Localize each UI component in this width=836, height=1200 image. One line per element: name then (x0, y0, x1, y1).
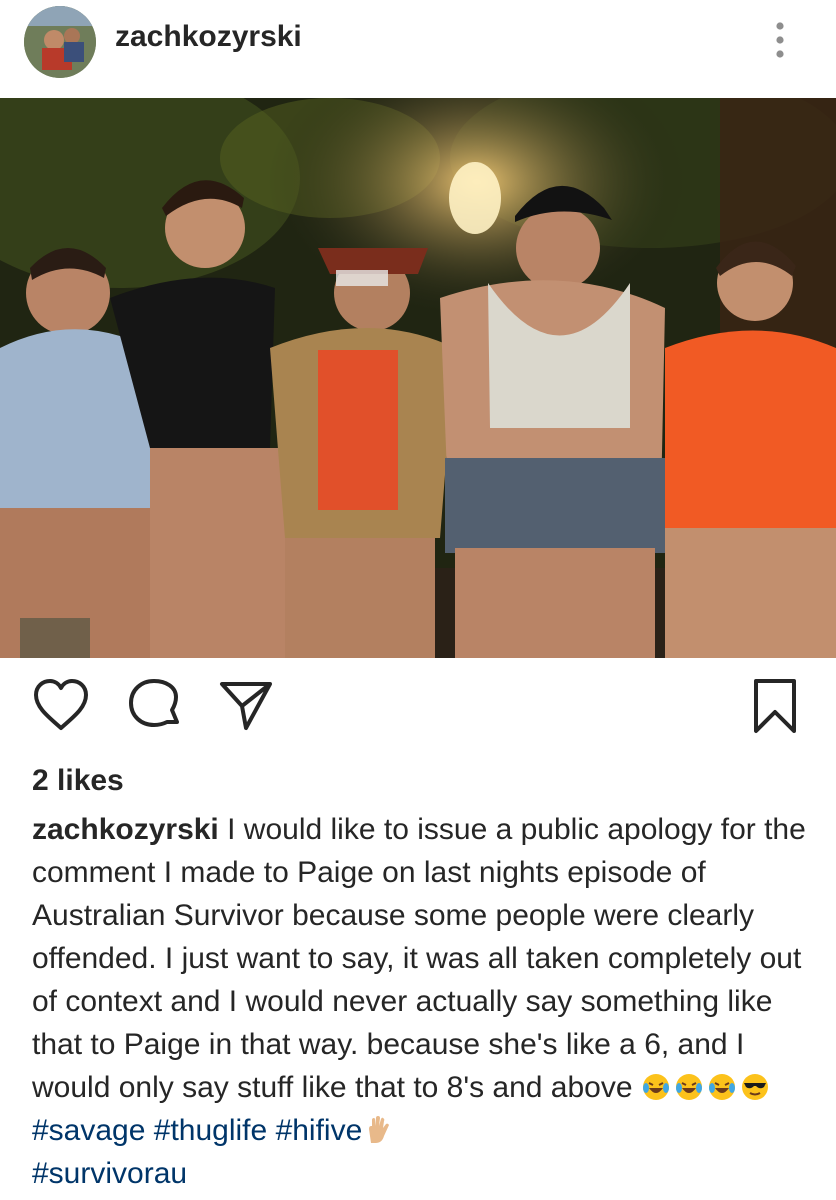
tears-of-joy-emoji-icon (708, 1074, 735, 1100)
tears-of-joy-emoji-icon (675, 1074, 702, 1100)
hashtag-survivorau[interactable]: #survivorau (32, 1157, 187, 1190)
send-icon[interactable] (218, 678, 274, 734)
hashtag-savage[interactable]: #savage (32, 1114, 145, 1147)
likes-count[interactable]: 2 likes (32, 764, 124, 798)
post-actions (0, 658, 836, 758)
hashtag-hifive[interactable]: #hifive (276, 1114, 363, 1147)
hashtag-thuglife[interactable]: #thuglife (154, 1114, 267, 1147)
post-photo[interactable] (0, 98, 836, 658)
raised-hand-emoji-icon (369, 1116, 390, 1143)
comment-icon[interactable] (126, 678, 182, 734)
caption-text: I would like to issue a public apology f… (32, 813, 806, 1104)
sunglasses-emoji-icon (741, 1074, 768, 1100)
post-caption: zachkozyrski I would like to issue a pub… (32, 808, 812, 1195)
more-vertical-icon[interactable] (770, 20, 790, 60)
post-header: zachkozyrski (0, 0, 836, 98)
post-username[interactable]: zachkozyrski (115, 20, 302, 54)
caption-username[interactable]: zachkozyrski (32, 813, 219, 846)
heart-icon[interactable] (32, 678, 90, 732)
bookmark-icon[interactable] (752, 678, 798, 736)
profile-avatar[interactable] (24, 6, 96, 78)
tears-of-joy-emoji-icon (642, 1074, 669, 1100)
